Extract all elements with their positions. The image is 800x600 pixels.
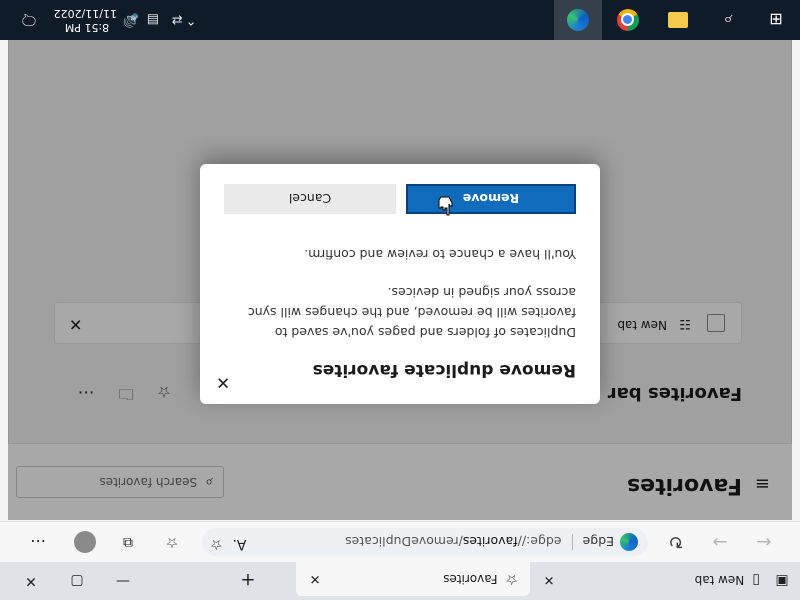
close-icon[interactable]: ✕ (216, 372, 230, 392)
close-tab-icon[interactable]: ✕ (538, 569, 560, 591)
notifications-icon[interactable]: 🗨 (16, 11, 42, 29)
minimize-button[interactable]: — (100, 562, 146, 600)
clock-time: 8:51 PM (64, 21, 110, 34)
new-tab-button[interactable]: + (236, 568, 260, 592)
collections-button[interactable]: ⧉ (116, 532, 140, 552)
maximize-button[interactable]: ▢ (54, 562, 100, 600)
close-tab-icon[interactable]: ✕ (304, 568, 326, 590)
site-identity-label: Edge (582, 534, 614, 550)
clock[interactable]: 8:51 PM 11/11/2022 (53, 6, 117, 34)
dialog-note: You'll have a chance to review and confi… (304, 247, 576, 262)
browser-toolbar: ← → ↻ Edge edge://favorites/removeDuplic… (0, 521, 800, 562)
tab-new-tab[interactable]: ▯ New tab ✕ (534, 566, 766, 594)
refresh-button[interactable]: ↻ (660, 528, 692, 556)
address-bar-actions: A. ☆ (210, 536, 246, 552)
file-explorer-icon[interactable] (654, 0, 702, 40)
address-bar[interactable]: Edge edge://favorites/removeDuplicates A… (202, 528, 648, 556)
tab-label: New tab (694, 573, 745, 587)
settings-more-button[interactable]: ⋯ (26, 532, 50, 552)
chrome-icon[interactable] (604, 0, 652, 40)
close-window-button[interactable]: ✕ (8, 562, 54, 600)
hand-cursor-icon (438, 196, 453, 216)
sync-icon[interactable]: ⇄ (168, 12, 186, 28)
url-path: /removeDuplicates (345, 534, 463, 550)
url-prefix: edge:// (517, 534, 562, 550)
search-icon[interactable]: ⌕ (704, 0, 752, 40)
add-favorite-icon[interactable]: ☆ (210, 536, 223, 552)
volume-icon[interactable]: 🔊 (122, 12, 140, 28)
edge-icon (620, 533, 638, 551)
tab-label: Favorites (443, 572, 498, 586)
forward-button[interactable]: → (704, 528, 736, 556)
profile-avatar[interactable] (74, 531, 96, 553)
back-button[interactable]: ← (748, 528, 780, 556)
taskbar: ⊞ ⌕ ⌃ ⇄ ▤ 🔊 8:51 PM 11/11/2022 🗨 (0, 0, 800, 40)
favorites-button[interactable]: ☆ (160, 532, 184, 552)
dialog-title: Remove duplicate favorites (312, 360, 576, 380)
clock-date: 11/11/2022 (53, 7, 117, 20)
network-icon[interactable]: ▤ (144, 12, 162, 28)
read-aloud-icon[interactable]: A. (233, 536, 247, 552)
separator (571, 534, 573, 550)
tab-favorites[interactable]: ☆ Favorites ✕ (296, 562, 530, 596)
remove-button[interactable]: Remove (406, 184, 576, 214)
url-host: favorites (462, 534, 518, 550)
cancel-button[interactable]: Cancel (224, 184, 396, 214)
tab-strip: ▣ ▯ New tab ✕ ☆ Favorites ✕ + — ▢ ✕ (0, 562, 800, 600)
page-icon: ▯ (752, 572, 760, 588)
edge-icon[interactable] (554, 0, 602, 40)
dialog-body: Duplicates of folders and pages you've s… (247, 285, 576, 340)
tab-actions-icon[interactable]: ▣ (772, 571, 792, 591)
start-icon[interactable]: ⊞ (752, 0, 800, 40)
url-text: edge://favorites/removeDuplicates (345, 535, 561, 550)
favorites-icon: ☆ (505, 571, 518, 587)
remove-duplicates-dialog: ✕ Remove duplicate favorites Duplicates … (200, 164, 600, 404)
